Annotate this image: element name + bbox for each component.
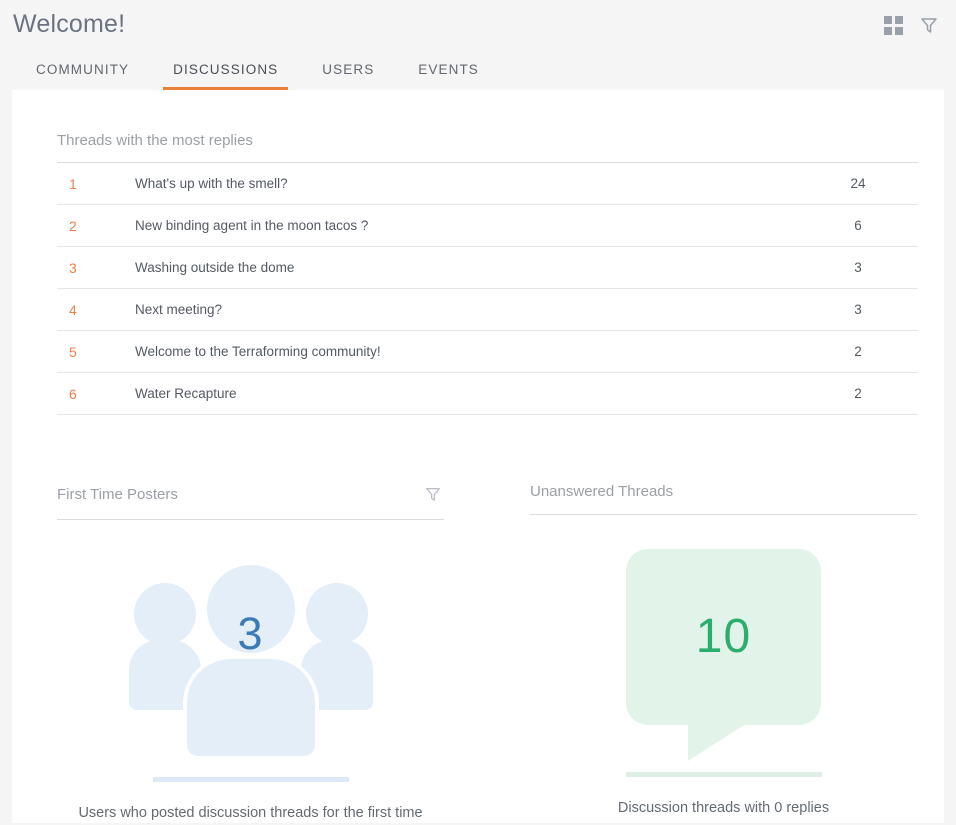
header-actions	[882, 14, 940, 36]
tab-events[interactable]: EVENTS	[396, 62, 501, 90]
people-group-icon-glyph	[128, 561, 373, 759]
threads-table-title: Threads with the most replies	[57, 132, 918, 163]
thread-rank: 1	[69, 175, 77, 192]
unanswered-threads-header: Unanswered Threads	[530, 483, 917, 515]
filter-icon[interactable]	[918, 14, 940, 36]
grid-view-icon[interactable]	[882, 14, 904, 36]
thread-reply-count: 3	[854, 302, 862, 317]
thread-title: Welcome to the Terraforming community!	[135, 344, 381, 359]
grid-icon-glyph	[883, 15, 903, 35]
thread-title: Next meeting?	[135, 302, 223, 317]
first-time-posters-filter-icon[interactable]	[422, 483, 444, 505]
page-header: Welcome! COMMUNITY DISCUSSIONS USERS EVE…	[0, 0, 956, 90]
content-card: Threads with the most replies 1 What's u…	[12, 90, 944, 823]
thread-rank: 5	[69, 343, 77, 360]
people-group-icon: 3	[127, 554, 375, 769]
unanswered-threads-underbar	[625, 772, 822, 777]
funnel-icon-glyph	[921, 18, 937, 33]
stat-panels: First Time Posters 3 Users who posted di…	[57, 483, 918, 825]
thread-rank: 3	[69, 259, 77, 276]
thread-title: New binding agent in the moon tacos ?	[135, 218, 369, 233]
thread-reply-count: 6	[854, 218, 862, 233]
first-time-posters-panel: First Time Posters 3 Users who posted di…	[57, 483, 444, 825]
tab-users[interactable]: USERS	[300, 62, 396, 90]
unanswered-threads-value: 10	[695, 610, 752, 663]
threads-table: Threads with the most replies 1 What's u…	[57, 132, 918, 415]
thread-reply-count: 24	[850, 176, 866, 191]
table-row[interactable]: 4 Next meeting? 3	[57, 289, 918, 331]
table-row[interactable]: 1 What's up with the smell? 24	[57, 163, 918, 205]
first-time-posters-header: First Time Posters	[57, 483, 444, 520]
thread-rank: 2	[69, 217, 77, 234]
first-time-posters-caption: Users who posted discussion threads for …	[78, 805, 423, 821]
thread-rank: 4	[69, 301, 77, 318]
unanswered-threads-caption: Discussion threads with 0 replies	[617, 800, 830, 816]
table-row[interactable]: 3 Washing outside the dome 3	[57, 247, 918, 289]
unanswered-threads-panel: Unanswered Threads 10 Discussion threads…	[530, 483, 917, 825]
thread-reply-count: 3	[854, 260, 862, 275]
first-time-posters-underbar	[152, 777, 349, 782]
thread-title: What's up with the smell?	[135, 176, 288, 191]
first-time-posters-value: 3	[237, 608, 264, 659]
first-time-posters-body: 3	[57, 520, 444, 782]
page-title: Welcome!	[13, 10, 126, 38]
tab-bar: COMMUNITY DISCUSSIONS USERS EVENTS	[0, 46, 501, 90]
speech-bubble-icon: 10	[626, 549, 821, 764]
thread-title: Water Recapture	[135, 386, 237, 401]
panel-title: Unanswered Threads	[530, 483, 674, 500]
unanswered-threads-body: 10	[530, 515, 917, 777]
tab-discussions[interactable]: DISCUSSIONS	[151, 62, 300, 90]
thread-rank: 6	[69, 385, 77, 402]
tab-community[interactable]: COMMUNITY	[14, 62, 151, 90]
thread-title: Washing outside the dome	[135, 260, 295, 275]
thread-reply-count: 2	[854, 344, 862, 359]
panel-title: First Time Posters	[57, 485, 178, 503]
thread-reply-count: 2	[854, 386, 862, 401]
funnel-icon-glyph	[426, 487, 440, 501]
table-row[interactable]: 2 New binding agent in the moon tacos ? …	[57, 205, 918, 247]
table-row[interactable]: 5 Welcome to the Terraforming community!…	[57, 331, 918, 373]
table-row[interactable]: 6 Water Recapture 2	[57, 373, 918, 415]
